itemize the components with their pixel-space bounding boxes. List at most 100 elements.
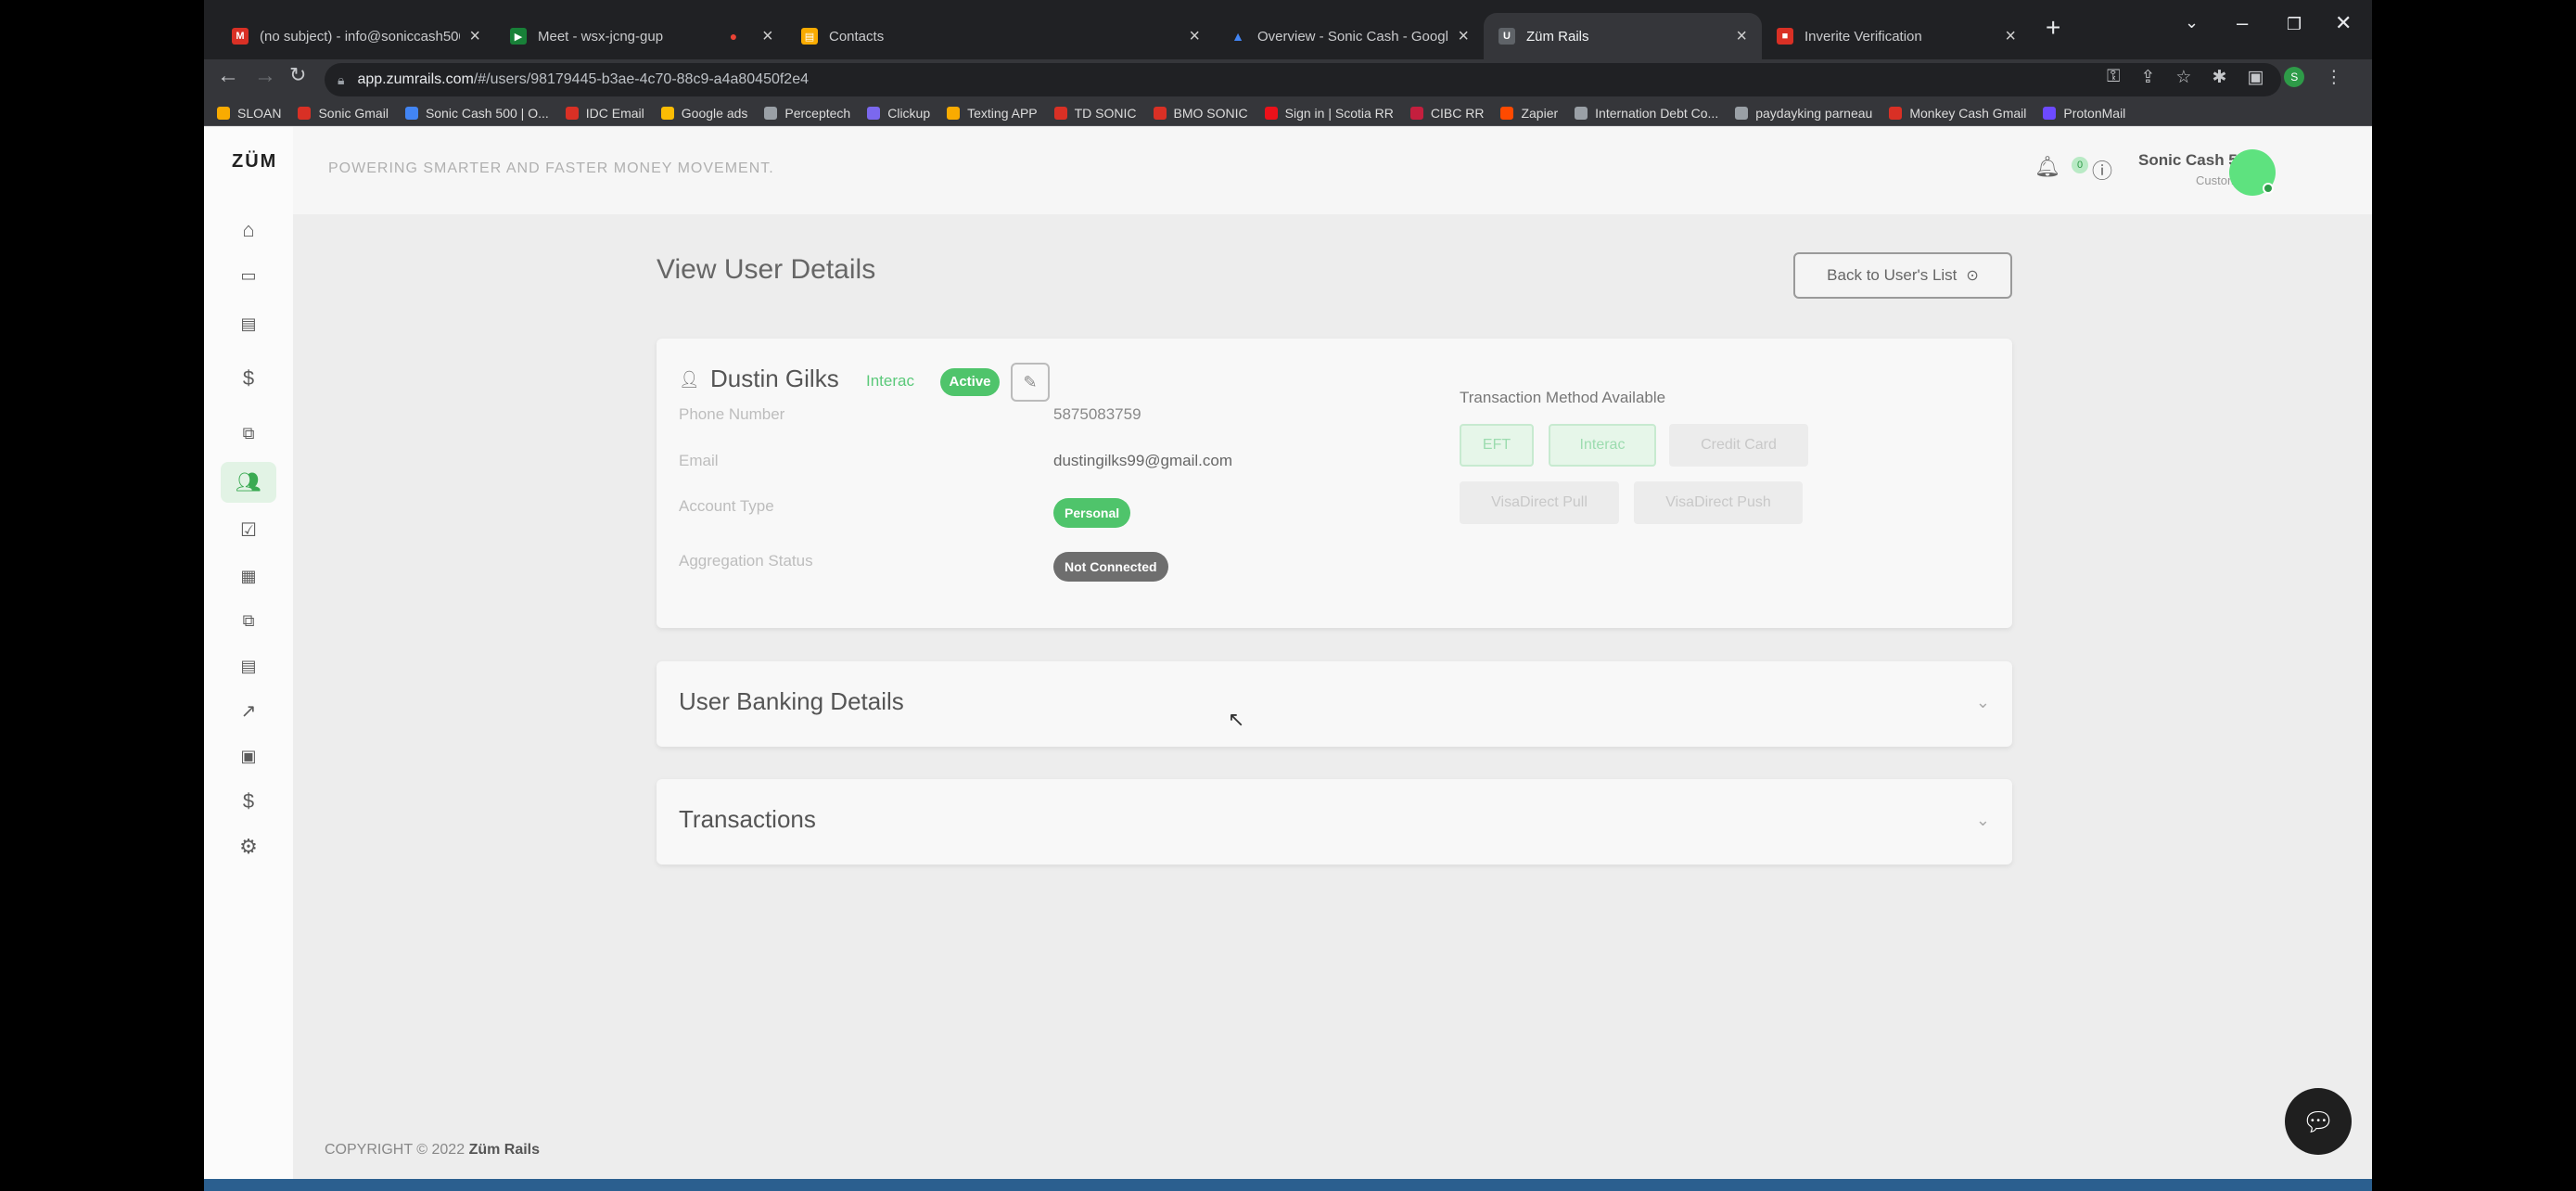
method-visadirect-pull[interactable]: VisaDirect Pull [1460, 481, 1619, 524]
forward-icon[interactable]: → [254, 63, 276, 89]
bookmark-item[interactable]: Clickup [867, 106, 930, 121]
bookmarks-bar: SLOAN Sonic Gmail Sonic Cash 500 | O... IDC… [204, 100, 2372, 126]
online-status-dot [2263, 183, 2274, 194]
bookmark-label: BMO SONIC [1173, 105, 1248, 121]
key-icon[interactable]: ⚿ [2107, 67, 2120, 88]
dollar-icon[interactable]: $ [232, 362, 265, 395]
bookmark-item[interactable]: ProtonMail [2043, 106, 2125, 121]
close-icon[interactable]: × [469, 26, 480, 47]
trend-icon[interactable]: ↗ [232, 694, 265, 727]
bookmark-favicon-icon [404, 106, 418, 120]
page-title: View User Details [657, 254, 876, 285]
bookmark-item[interactable]: Monkey Cash Gmail [1889, 106, 2026, 121]
help-icon[interactable]: ⓘ [2092, 155, 2112, 185]
bookmark-item[interactable]: Sonic Cash 500 | O... [404, 106, 549, 121]
back-icon[interactable]: ← [217, 63, 239, 89]
bookmark-item[interactable]: Texting APP [947, 106, 1038, 121]
tab-google-ads[interactable]: ▲ Overview - Sonic Cash - Google × [1215, 13, 1484, 59]
bookmark-item[interactable]: SLOAN [217, 106, 281, 121]
bookmark-item[interactable]: paydayking parneau [1735, 106, 1872, 121]
banking-details-section[interactable]: User Banking Details ⌄ [657, 661, 2012, 747]
account-type-badge: Personal [1053, 498, 1131, 528]
bookmark-item[interactable]: BMO SONIC [1153, 105, 1248, 121]
settings-icon[interactable]: ⚙ [232, 830, 265, 864]
share-icon[interactable]: ⇪ [2140, 67, 2155, 88]
bookmark-item[interactable]: Sign in | Scotia RR [1264, 106, 1394, 121]
bookmark-favicon-icon [1053, 106, 1067, 120]
bell-icon[interactable]: 🔔︎ [2034, 155, 2060, 179]
ledger-icon[interactable]: ▤ [232, 307, 265, 340]
address-bar[interactable]: 🔒︎ app.zumrails.com /#/users/98179445-b3… [325, 63, 2281, 96]
home-icon[interactable]: ⌂ [232, 213, 265, 247]
tab-title: Meet - wsx-jcng-gup [538, 28, 664, 45]
tab-inverite[interactable]: ■ Inverite Verification × [1762, 13, 2031, 59]
method-credit-card[interactable]: Credit Card [1669, 424, 1808, 467]
bookmark-item[interactable]: Internation Debt Co... [1575, 106, 1718, 121]
close-icon[interactable]: × [1189, 26, 1200, 47]
back-to-users-button[interactable]: Back to User's List ⊙ [1793, 252, 2012, 299]
bookmark-item[interactable]: Perceptech [764, 106, 850, 121]
profile-icon[interactable]: S [2284, 67, 2305, 87]
user-icon: 👤︎ [679, 370, 700, 389]
app-logo[interactable]: ZÜM [232, 151, 277, 173]
chevron-down-icon[interactable]: ⌄ [1976, 811, 1990, 830]
restore-icon[interactable]: ❐ [2287, 15, 2302, 34]
bookmark-item[interactable]: CIBC RR [1409, 106, 1484, 121]
edit-icon[interactable]: ✎ [1011, 363, 1050, 402]
tab-recording[interactable]: ● × [710, 13, 786, 59]
close-icon[interactable]: × [1458, 26, 1469, 47]
footer-brand[interactable]: Züm Rails [469, 1142, 540, 1158]
bookmark-favicon-icon [1889, 106, 1903, 120]
bookmark-item[interactable]: TD SONIC [1053, 106, 1137, 121]
method-visadirect-push[interactable]: VisaDirect Push [1634, 481, 1803, 524]
tab-contacts[interactable]: ▤ Contacts × [786, 13, 1215, 59]
menu-icon[interactable]: ⋮ [2325, 67, 2342, 88]
bookmark-item[interactable]: IDC Email [565, 106, 644, 121]
email-value: dustingilks99@gmail.com [1053, 452, 1233, 469]
tab-meet[interactable]: ▶ Meet - wsx-jcng-gup [495, 13, 710, 59]
invoice-icon[interactable]: ▣ [232, 739, 265, 773]
extensions-icon[interactable]: ✱ [2212, 67, 2226, 88]
bookmark-favicon-icon [947, 106, 961, 120]
tab-search-icon[interactable]: ⌄ [2185, 13, 2199, 32]
new-tab-icon[interactable]: + [2046, 13, 2060, 43]
close-icon[interactable]: × [2005, 26, 2016, 47]
bookmark-item[interactable]: Zapier [1500, 106, 1558, 121]
documents-icon[interactable]: ⧉ [232, 604, 265, 637]
checklist-icon[interactable]: ☑ [232, 513, 265, 546]
chevron-down-icon[interactable]: ⌄ [1976, 693, 1990, 712]
bookmark-favicon-icon [2043, 106, 2057, 120]
dollar-icon[interactable]: $ [232, 785, 265, 818]
inverite-icon: ■ [1777, 28, 1793, 45]
close-window-icon[interactable]: ✕ [2335, 11, 2352, 35]
transactions-section[interactable]: Transactions ⌄ [657, 779, 2012, 864]
footer-copyright: COPYRIGHT © 2022 Züm Rails [325, 1142, 540, 1159]
users-icon[interactable]: 👥︎ [221, 462, 276, 503]
bookmark-label: Zapier [1521, 105, 1559, 121]
tab-title: Overview - Sonic Cash - Google [1257, 28, 1449, 45]
close-icon[interactable]: × [1736, 26, 1747, 47]
minimize-icon[interactable]: – [2237, 11, 2248, 35]
method-eft[interactable]: EFT [1460, 424, 1534, 467]
phone-value: 5875083759 [1053, 405, 1141, 423]
notification-badge: 0 [2072, 157, 2088, 173]
chat-launcher-icon[interactable]: 💬︎ [2285, 1088, 2352, 1155]
tab-zum-rails[interactable]: U Züm Rails × [1484, 13, 1762, 59]
method-interac[interactable]: Interac [1549, 424, 1656, 467]
calendar-icon[interactable]: ▦ [232, 559, 265, 593]
bookmark-item[interactable]: Sonic Gmail [298, 106, 389, 121]
close-icon[interactable]: × [762, 26, 773, 47]
user-method-label: Interac [866, 372, 914, 390]
sidepanel-icon[interactable]: ▣ [2247, 67, 2264, 88]
reload-icon[interactable]: ↻ [289, 63, 306, 87]
os-taskbar [204, 1179, 2372, 1191]
copy-icon[interactable]: ⧉ [232, 416, 265, 450]
contacts-icon: ▤ [801, 28, 818, 45]
wallet-icon[interactable]: ▭ [232, 259, 265, 292]
report-icon[interactable]: ▤ [232, 649, 265, 683]
tab-gmail[interactable]: M (no subject) - info@soniccash500 × [217, 13, 495, 59]
aggregation-label: Aggregation Status [679, 552, 813, 570]
section-title: Transactions [679, 805, 816, 833]
star-icon[interactable]: ☆ [2175, 67, 2191, 88]
bookmark-item[interactable]: Google ads [660, 106, 747, 121]
